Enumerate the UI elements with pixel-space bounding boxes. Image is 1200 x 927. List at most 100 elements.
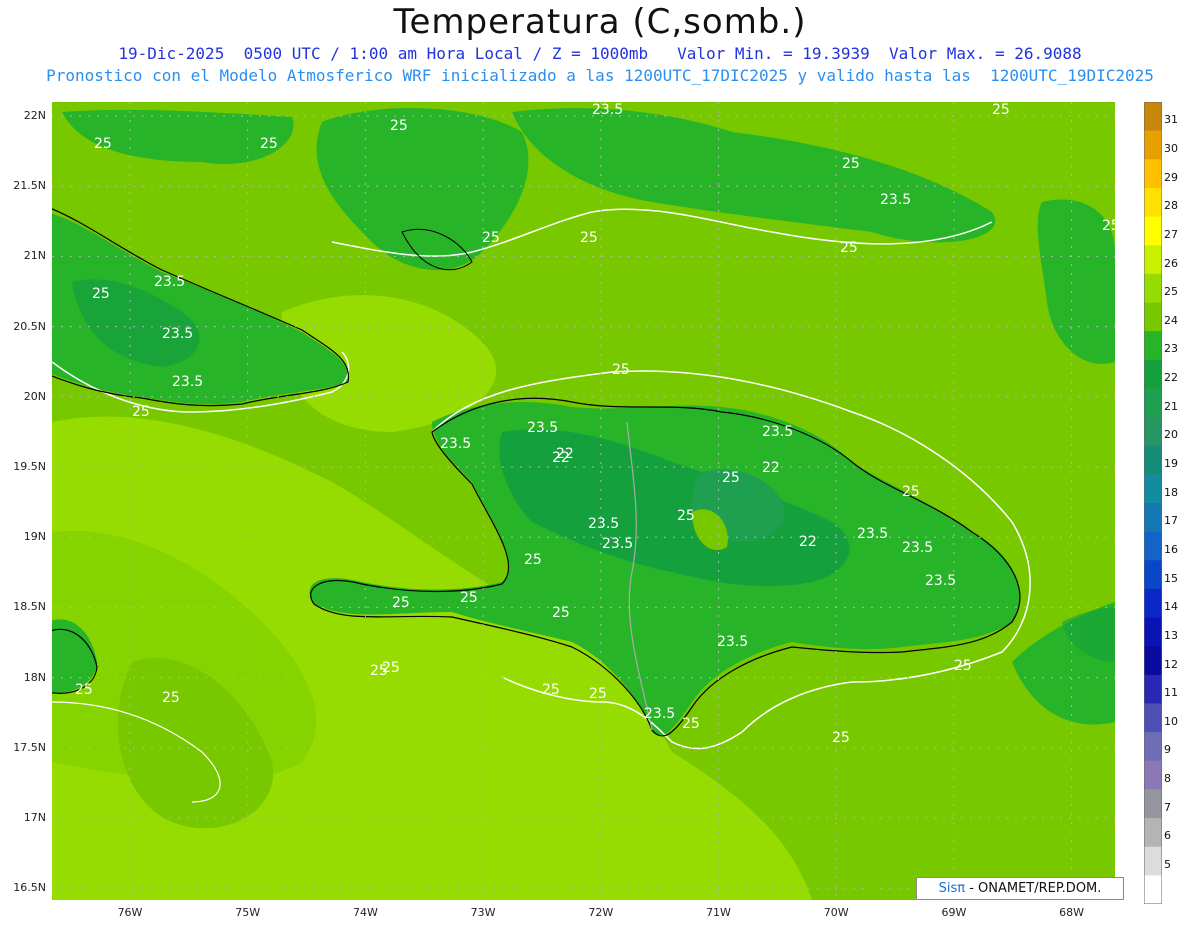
colorbar-label: 5 [1164,858,1171,872]
contour-label: 23.5 [644,706,675,722]
colorbar-label: 17 [1164,514,1178,528]
colorbar-cell [1144,503,1162,533]
lon-label: 72W [588,906,614,919]
contour-label: 23.5 [762,424,793,440]
contour-label: 25 [954,658,972,674]
colorbar-label: 20 [1164,428,1178,442]
colorbar-cell [1144,818,1162,848]
lon-label: 73W [470,906,496,919]
contour-label: 25 [580,230,598,246]
colorbar-cell [1144,331,1162,361]
colorbar-cell [1144,760,1162,790]
lon-label: 71W [706,906,731,919]
contour-label: 23.5 [527,420,558,436]
contour-label: 25 [132,404,150,420]
contour-label: 23.5 [588,516,619,532]
lat-label: 16.5N [13,881,46,895]
contour-label: 25 [382,660,400,676]
contour-label: 25 [1102,218,1115,234]
contour-label: 23.5 [154,274,185,290]
contour-label: 25 [902,484,920,500]
colorbar-label: 27 [1164,227,1178,241]
colorbar-label: 10 [1164,714,1178,728]
colorbar-label: 11 [1164,686,1178,700]
contour-label: 25 [612,362,630,378]
colorbar-label: 25 [1164,285,1178,299]
colorbar-cell [1144,560,1162,590]
map-title: Temperatura (C,somb.) [393,2,807,42]
contour-label: 23.5 [925,573,956,589]
contour-label: 23.5 [880,192,911,208]
colorbar-label: 24 [1164,313,1178,327]
lon-label: 74W [352,906,378,919]
colorbar-cell [1144,474,1162,504]
colorbar [1144,102,1162,904]
contour-label: 25 [677,508,695,524]
credit-text: - ONAMET/REP.DOM. [969,881,1102,896]
contour-label: 23.5 [172,374,203,390]
contour-label: 23.5 [902,540,933,556]
contour-label: 22 [762,460,780,476]
colorbar-cell [1144,646,1162,676]
lon-label: 76W [117,906,143,919]
contour-label: 23.5 [162,326,193,342]
contour-label: 23.5 [440,436,471,452]
colorbar-cell [1144,130,1162,160]
colorbar-label: 9 [1164,743,1171,757]
contour-label: 25 [460,590,478,606]
colorbar-label: 14 [1164,600,1178,614]
lat-label: 21.5N [13,179,46,193]
contour-label: 23.5 [602,536,633,552]
lon-label: 68W [1059,906,1085,919]
colorbar-label: 13 [1164,628,1178,642]
lat-label: 20.5N [13,319,46,333]
colorbar-cell [1144,388,1162,418]
colorbar-label: 26 [1164,256,1178,270]
contour-label: 25 [542,682,560,698]
contour-label: 25 [524,552,542,568]
colorbar-cell [1144,445,1162,475]
colorbar-label: 8 [1164,772,1171,786]
lon-label: 70W [823,906,849,919]
colorbar-cell [1144,846,1162,876]
lat-label: 18N [23,670,46,684]
colorbar-cell [1144,875,1162,904]
colorbar-label: 18 [1164,485,1178,499]
contour-label: 25 [390,118,408,134]
lat-label: 20N [23,389,46,403]
colorbar-label: 6 [1164,829,1171,843]
contour-label: 25 [842,156,860,172]
contour-label: 25 [722,470,740,486]
lat-label: 18.5N [13,600,46,614]
colorbar-cell [1144,588,1162,619]
contour-label: 23.5 [717,634,748,650]
lat-label: 21N [23,249,46,263]
colorbar-cell [1144,674,1162,704]
model-info-line: Pronostico con el Modelo Atmosferico WRF… [46,66,1154,85]
lat-label: 17.5N [13,740,46,754]
contour-label: 25 [589,686,607,702]
colorbar-cell [1144,187,1162,218]
contour-label: 25 [94,136,112,152]
contour-label: 25 [832,730,850,746]
colorbar-cell [1144,216,1162,246]
colorbar-cell [1144,302,1162,332]
colorbar-label: 22 [1164,371,1178,385]
contour-label: 25 [482,230,500,246]
lon-label: 69W [941,906,967,919]
contour-label: 25 [992,102,1010,118]
colorbar-label: 12 [1164,657,1178,671]
colorbar-cell [1144,617,1162,647]
contour-label: 25 [162,690,180,706]
contour-label: 25 [75,682,93,698]
contour-label: 22 [556,446,574,462]
contour-label: 23.5 [592,102,623,118]
colorbar-label: 28 [1164,199,1178,213]
lat-label: 22N [23,109,46,122]
colorbar-cell [1144,531,1162,561]
credit-box: Sisπ - ONAMET/REP.DOM. [916,877,1124,900]
colorbar-cell [1144,273,1162,303]
contour-label: 25 [682,716,700,732]
colorbar-label: 29 [1164,170,1178,184]
colorbar-cell [1144,245,1162,275]
